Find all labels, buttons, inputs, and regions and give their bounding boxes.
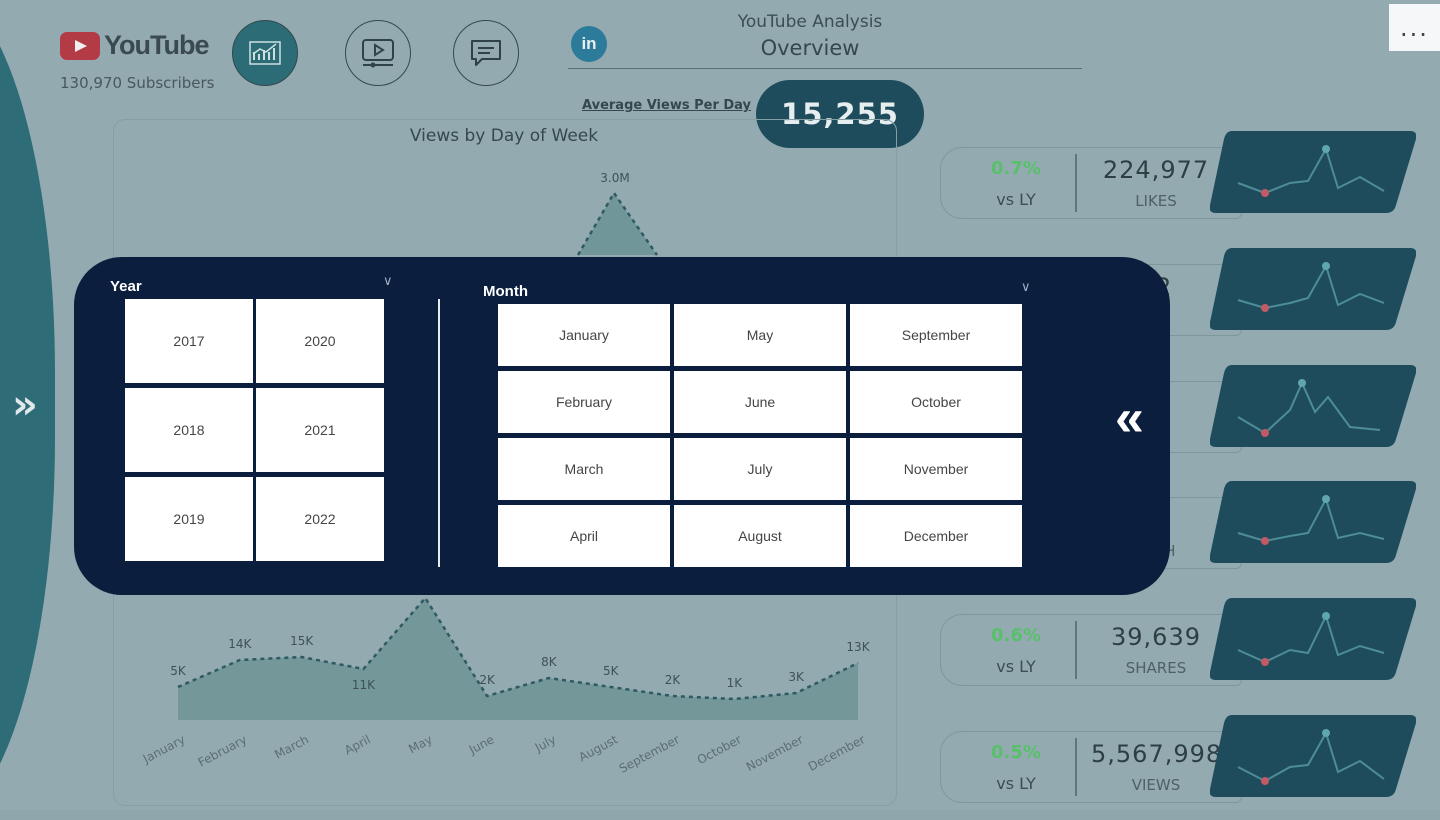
month-option-november[interactable]: November xyxy=(850,438,1022,500)
sparkline-max-point xyxy=(1322,262,1330,270)
sparkline-max-point xyxy=(1322,145,1330,153)
kpi-caption: SHARES xyxy=(1125,659,1187,677)
x-tick-label: December xyxy=(806,732,868,774)
sparkline-min-point xyxy=(1261,189,1269,197)
x-tick-label: February xyxy=(196,732,250,769)
x-tick-label: January xyxy=(140,732,188,766)
sparkline-max-point xyxy=(1298,379,1306,387)
sparkline-max-point xyxy=(1322,729,1330,737)
sparkline-background xyxy=(1210,598,1416,680)
kpi-divider xyxy=(1075,738,1077,796)
month-option-september[interactable]: September xyxy=(850,304,1022,366)
sparkline-card xyxy=(1210,365,1416,447)
sparkline-min-point xyxy=(1261,658,1269,666)
month-option-march[interactable]: March xyxy=(498,438,670,500)
kpi-change: 0.5% xyxy=(991,742,1041,763)
sparkline-card xyxy=(1210,715,1416,797)
kpi-change: 0.7% xyxy=(991,158,1041,179)
month-filter-label: Month xyxy=(483,283,528,300)
data-label: 15K xyxy=(290,634,314,648)
x-tick-label: August xyxy=(576,732,620,764)
x-tick-label: November xyxy=(744,732,806,774)
kpi-value: 39,639 xyxy=(1111,623,1201,651)
peak-label: 3.0M xyxy=(600,171,629,185)
data-label: 3K xyxy=(788,670,805,684)
year-option-2022[interactable]: 2022 xyxy=(256,477,384,561)
kpi-compare-label: vs LY xyxy=(996,774,1036,793)
year-filter-label: Year xyxy=(110,278,142,295)
month-option-january[interactable]: January xyxy=(498,304,670,366)
sparkline-min-point xyxy=(1261,537,1269,545)
sparkline-max-point xyxy=(1322,612,1330,620)
kpi-value: 5,567,998 xyxy=(1091,740,1223,768)
year-option-2020[interactable]: 2020 xyxy=(256,299,384,383)
sparkline-card xyxy=(1210,248,1416,330)
month-option-april[interactable]: April xyxy=(498,505,670,567)
month-option-february[interactable]: February xyxy=(498,371,670,433)
month-chevron-down-icon[interactable]: ∨ xyxy=(1021,280,1031,295)
month-option-july[interactable]: July xyxy=(674,438,846,500)
data-label: 8K xyxy=(541,655,558,669)
month-option-may[interactable]: May xyxy=(674,304,846,366)
data-label: 14K xyxy=(228,637,252,651)
data-label: 5K xyxy=(603,664,620,678)
collapse-panel-icon[interactable]: « xyxy=(1115,388,1144,448)
year-chevron-down-icon[interactable]: ∨ xyxy=(383,274,393,289)
data-label: 5K xyxy=(170,664,187,678)
x-tick-label: March xyxy=(272,732,311,762)
x-tick-label: September xyxy=(617,732,682,776)
sparkline-min-point xyxy=(1261,429,1269,437)
sparkline-min-point xyxy=(1261,777,1269,785)
x-tick-label: April xyxy=(342,732,373,757)
sparkline-card xyxy=(1210,598,1416,680)
x-tick-label: May xyxy=(406,732,434,756)
kpi-card: 0.7% vs LY 224,977 LIKES xyxy=(940,147,1242,219)
kpi-caption: VIEWS xyxy=(1131,776,1181,794)
data-label: 2K xyxy=(479,673,496,687)
data-label: 1K xyxy=(727,676,744,690)
peak-area xyxy=(578,193,657,255)
x-tick-label: July xyxy=(532,732,559,755)
x-tick-label: June xyxy=(466,732,497,757)
year-option-2021[interactable]: 2021 xyxy=(256,388,384,472)
kpi-value: 224,977 xyxy=(1102,156,1210,184)
filter-divider xyxy=(438,299,440,567)
data-label: 13K xyxy=(846,640,870,654)
kpi-compare-label: vs LY xyxy=(996,657,1036,676)
month-option-june[interactable]: June xyxy=(674,371,846,433)
kpi-card: 0.6% vs LY 39,639 SHARES xyxy=(940,614,1242,686)
kpi-card: 0.5% vs LY 5,567,998 VIEWS xyxy=(940,731,1242,803)
sparkline-card xyxy=(1210,131,1416,213)
kpi-divider xyxy=(1075,621,1077,679)
sparkline-min-point xyxy=(1261,304,1269,312)
data-label: 11K xyxy=(352,678,376,692)
kpi-divider xyxy=(1075,154,1077,212)
sparkline-max-point xyxy=(1322,495,1330,503)
x-tick-label: October xyxy=(695,732,744,767)
data-label: 2K xyxy=(665,673,682,687)
kpi-caption: LIKES xyxy=(1135,192,1177,210)
kpi-change: 0.6% xyxy=(991,625,1041,646)
sparkline-card xyxy=(1210,481,1416,563)
month-option-october[interactable]: October xyxy=(850,371,1022,433)
year-option-2018[interactable]: 2018 xyxy=(125,388,253,472)
year-option-2017[interactable]: 2017 xyxy=(125,299,253,383)
month-option-december[interactable]: December xyxy=(850,505,1022,567)
year-option-2019[interactable]: 2019 xyxy=(125,477,253,561)
month-option-august[interactable]: August xyxy=(674,505,846,567)
kpi-compare-label: vs LY xyxy=(996,190,1036,209)
